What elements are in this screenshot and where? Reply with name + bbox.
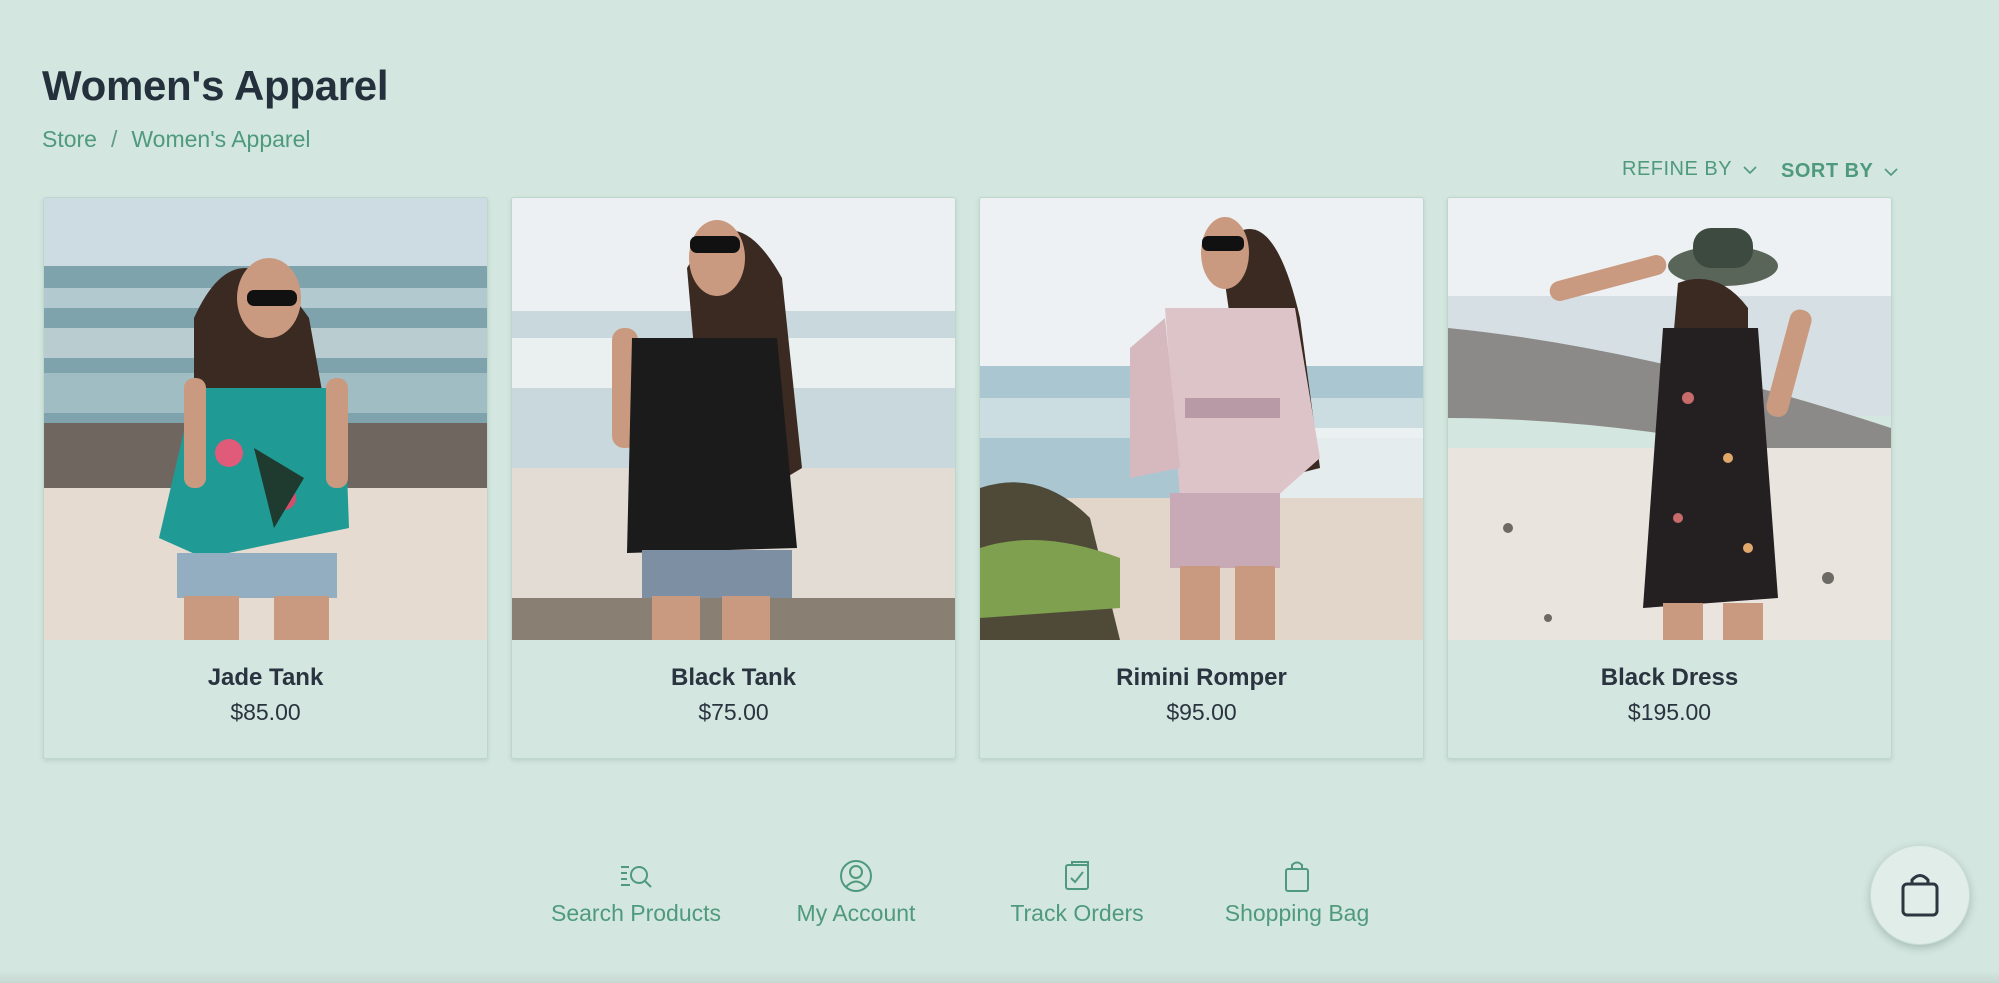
product-price: $95.00 bbox=[1166, 699, 1237, 725]
breadcrumb-separator: / bbox=[110, 126, 118, 152]
bottom-edge bbox=[0, 971, 1999, 983]
bottom-nav: Search Products My Account Track Orders … bbox=[0, 858, 1999, 938]
track-orders-icon bbox=[1065, 861, 1089, 890]
chevron-down-icon bbox=[1884, 167, 1898, 176]
product-photo-black-tank bbox=[512, 198, 955, 640]
product-photo-black-dress bbox=[1448, 198, 1891, 640]
refine-by-dropdown[interactable]: REFINE BY bbox=[1622, 158, 1758, 181]
shopping-bag-fab[interactable] bbox=[1870, 845, 1970, 945]
chevron-down-icon bbox=[1743, 165, 1757, 174]
product-card[interactable]: Jade Tank $85.00 bbox=[43, 197, 488, 759]
sort-by-dropdown[interactable]: SORT BY bbox=[1781, 160, 1899, 183]
breadcrumb-store-link[interactable]: Store bbox=[42, 126, 97, 152]
refine-by-label: REFINE BY bbox=[1622, 158, 1733, 180]
nav-track-orders[interactable]: Track Orders bbox=[977, 858, 1177, 927]
nav-shopping-bag-label: Shopping Bag bbox=[1224, 900, 1370, 926]
product-price: $85.00 bbox=[230, 699, 301, 725]
nav-my-account[interactable]: My Account bbox=[756, 858, 956, 927]
product-card[interactable]: Rimini Romper $95.00 bbox=[979, 197, 1424, 759]
nav-track-orders-label: Track Orders bbox=[1010, 900, 1144, 926]
shopping-bag-icon bbox=[1901, 874, 1939, 917]
product-name: Jade Tank bbox=[207, 664, 324, 691]
shopping-bag-icon bbox=[1285, 861, 1309, 892]
product-name: Black Tank bbox=[671, 664, 796, 691]
search-products-icon bbox=[621, 866, 652, 888]
nav-search-products-label: Search Products bbox=[550, 900, 722, 926]
product-card[interactable]: Black Tank $75.00 bbox=[511, 197, 956, 759]
sort-by-label: SORT BY bbox=[1781, 160, 1874, 182]
nav-search-products[interactable]: Search Products bbox=[536, 858, 736, 927]
product-photo-jade-tank bbox=[44, 198, 487, 640]
account-icon bbox=[840, 860, 872, 892]
product-card[interactable]: Black Dress $195.00 bbox=[1447, 197, 1892, 759]
product-name: Black Dress bbox=[1600, 664, 1739, 691]
page-title: Women's Apparel bbox=[42, 62, 389, 109]
breadcrumb: Store / Women's Apparel bbox=[42, 126, 311, 153]
product-photo-rimini-romper bbox=[980, 198, 1423, 640]
nav-my-account-label: My Account bbox=[796, 900, 916, 926]
nav-shopping-bag[interactable]: Shopping Bag bbox=[1197, 858, 1397, 927]
breadcrumb-current[interactable]: Women's Apparel bbox=[131, 126, 310, 152]
product-price: $195.00 bbox=[1627, 699, 1712, 725]
product-name: Rimini Romper bbox=[1116, 664, 1287, 691]
product-price: $75.00 bbox=[698, 699, 769, 725]
